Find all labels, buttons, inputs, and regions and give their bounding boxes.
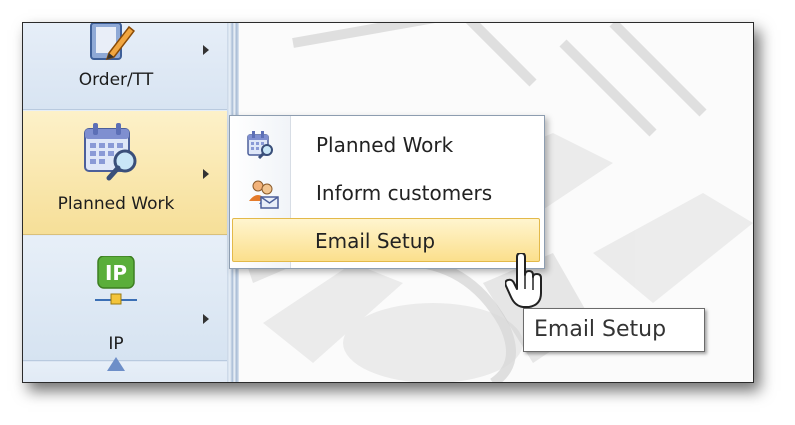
menu-item-label: Email Setup	[315, 229, 436, 253]
menu-item-label: Planned Work	[316, 133, 454, 157]
menu-item-label: Inform customers	[316, 181, 493, 205]
ip-network-icon: IP	[95, 255, 137, 312]
tooltip-text: Email Setup	[534, 317, 667, 342]
sidebar-item-order-tt[interactable]: Order/TT	[23, 23, 229, 110]
svg-text:IP: IP	[105, 261, 127, 285]
sidebar-item-partial[interactable]	[23, 357, 229, 382]
partial-icon	[107, 356, 125, 375]
planned-work-submenu: Planned Work Inform customers Email Setu…	[229, 115, 545, 269]
pencil-notepad-icon	[87, 23, 136, 67]
app-window: Order/TT Planned Work IP IP Planned Work…	[22, 22, 754, 383]
calendar-magnifier-icon	[246, 131, 276, 163]
sidebar-item-label: Planned Work	[57, 194, 175, 214]
menu-item-inform-customers[interactable]: Inform customers	[232, 170, 540, 216]
submenu-arrow-icon	[203, 45, 209, 55]
hand-cursor-icon	[504, 252, 545, 313]
sidebar-item-planned-work[interactable]: Planned Work	[23, 111, 229, 235]
users-mail-icon	[246, 179, 280, 213]
menu-item-email-setup[interactable]: Email Setup	[232, 218, 540, 262]
sidebar-item-ip[interactable]: IP IP	[23, 236, 229, 361]
sidebar-item-label: IP	[108, 334, 124, 354]
calendar-magnifier-icon	[83, 123, 145, 185]
tooltip: Email Setup	[523, 308, 705, 352]
menu-item-planned-work[interactable]: Planned Work	[232, 122, 540, 168]
sidebar-item-label: Order/TT	[78, 70, 154, 90]
sidebar: Order/TT Planned Work IP IP	[23, 23, 229, 382]
submenu-arrow-icon	[203, 314, 209, 324]
submenu-arrow-icon	[203, 169, 209, 179]
